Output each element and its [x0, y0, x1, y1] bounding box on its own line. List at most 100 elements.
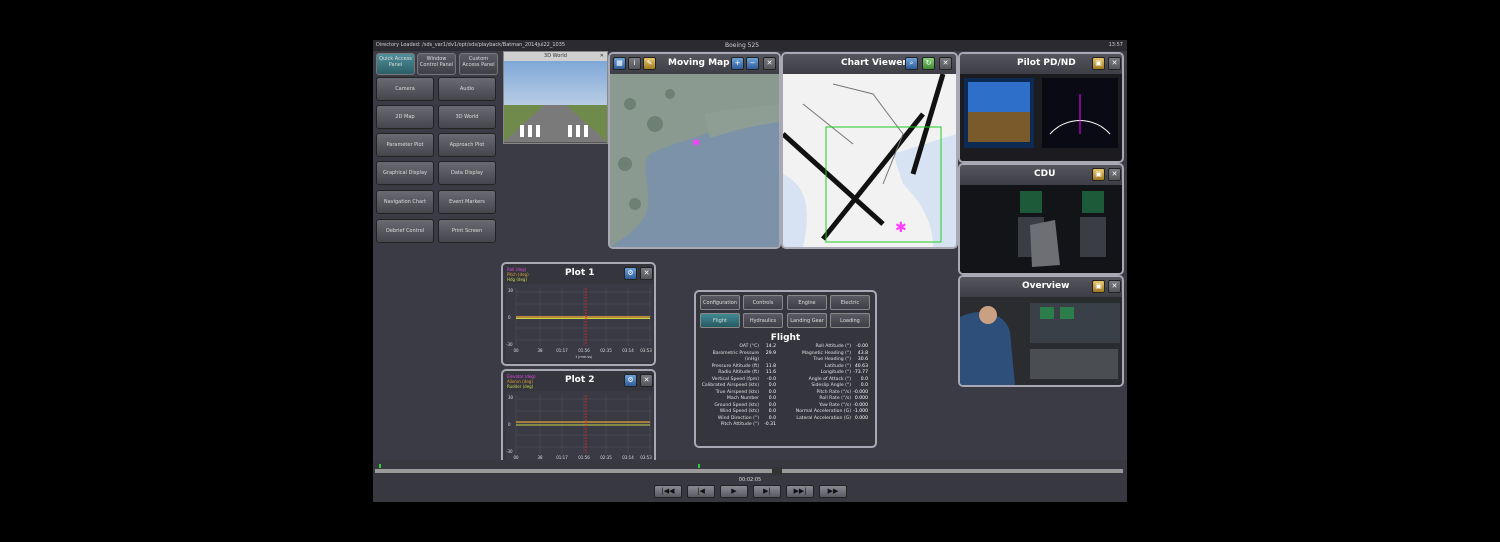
airport-chart-view[interactable]: ✱	[783, 74, 956, 247]
x-tick-label: 38	[537, 348, 543, 353]
close-icon[interactable]: ✕	[1108, 168, 1121, 181]
timeline-handle[interactable]	[772, 467, 782, 475]
flight-title: Flight	[770, 333, 801, 343]
data-display-button[interactable]: Data Display	[438, 161, 496, 185]
plot-1-title: Plot 1	[565, 268, 595, 278]
cdu-title: CDU	[1034, 169, 1056, 179]
print-screen-button[interactable]: Print Screen	[438, 219, 496, 243]
x-axis-label: t (mm:ss)	[576, 355, 593, 359]
top-status-bar: Directory Loaded: /sds_var1/dv1/opt/sds/…	[373, 40, 1127, 51]
tab-quick-access-panel[interactable]: Quick Access Panel	[376, 53, 415, 75]
legend-hdg: Hdg (deg)	[507, 277, 528, 282]
skip-to-start-button[interactable]: |◀◀	[654, 485, 682, 498]
y-tick-label: -30	[506, 342, 513, 347]
chart-viewer-title: Chart Viewer	[841, 58, 907, 68]
close-icon[interactable]: ✕	[1108, 57, 1121, 70]
debrief-control-button[interactable]: Debrief Control	[376, 219, 434, 243]
moving-map-view[interactable]: ✱	[610, 74, 779, 247]
param-label: Lateral Acceleration (G)	[796, 415, 851, 421]
current-time-label: 00:02:05	[738, 477, 762, 483]
parameter-plot-button[interactable]: Parameter Plot	[376, 133, 434, 157]
y-tick-label: -30	[506, 449, 513, 454]
param-row: Lateral Acceleration (G) 0.000	[790, 416, 868, 423]
tab-loading[interactable]: Loading	[830, 313, 870, 328]
audio-button[interactable]: Audio	[438, 77, 496, 101]
3d-world-button[interactable]: 3D World	[438, 105, 496, 129]
step-back-button[interactable]: |◀	[687, 485, 715, 498]
left-params: OAT (°C) 14.2 Barometric Pressure (inHg) 29…	[698, 344, 776, 429]
plot-2-chart[interactable]: 30 0 -30 00 38 01:17 01:56 02:35 03:14 0…	[506, 391, 653, 469]
refresh-icon[interactable]: ↻	[922, 57, 935, 70]
cdu-camera	[960, 185, 1122, 273]
overview-camera	[960, 297, 1122, 385]
x-tick-label: 03:53	[640, 348, 652, 353]
plot-1-chart[interactable]: 30 0 -30 00 38 01:17 01:56 02:35 03:14 0…	[506, 284, 653, 362]
navigation-chart-button[interactable]: Navigation Chart	[376, 190, 434, 214]
param-value: 0.000	[854, 415, 868, 421]
plot-1-panel: Roll (deg) Pitch (deg) Hdg (deg) Plot 1 …	[501, 262, 656, 366]
cdu-panel: CDU ▣ ✕	[958, 163, 1124, 275]
tab-engine[interactable]: Engine	[787, 295, 827, 310]
y-tick-label: 0	[508, 315, 511, 320]
moving-map-title: Moving Map	[668, 58, 730, 68]
y-tick-label: 30	[508, 288, 514, 293]
param-value: 29.9	[765, 350, 776, 356]
x-tick-label: 02:35	[600, 348, 612, 353]
overview-panel: Overview ▣ ✕	[958, 275, 1124, 387]
close-icon[interactable]: ✕	[939, 57, 952, 70]
param-row: Barometric Pressure (inHg) 29.9	[698, 351, 776, 364]
graphical-display-button[interactable]: Graphical Display	[376, 161, 434, 185]
play-button[interactable]: ▶	[720, 485, 748, 498]
approach-plot-button[interactable]: Approach Plot	[438, 133, 496, 157]
lock-icon[interactable]: ▣	[1092, 280, 1105, 293]
aircraft-position-icon: ✱	[895, 220, 907, 236]
close-icon[interactable]: ✕	[1108, 280, 1121, 293]
3d-world-title: 3D World	[544, 53, 567, 59]
3d-world-titlebar[interactable]: 3D World ✕	[504, 52, 607, 61]
tab-landing-gear[interactable]: Landing Gear	[787, 313, 827, 328]
close-icon[interactable]: ✕	[640, 267, 653, 280]
info-icon[interactable]: i	[628, 57, 641, 70]
event-markers-button[interactable]: Event Markers	[438, 190, 496, 214]
tab-controls[interactable]: Controls	[743, 295, 783, 310]
tab-window-control-panel[interactable]: Window Control Panel	[417, 53, 456, 75]
pilot-pfd-nd-panel: Pilot PD/ND ▣ ✕	[958, 52, 1124, 163]
layers-icon[interactable]: ▦	[613, 57, 626, 70]
skip-to-end-button[interactable]: ▶▶|	[786, 485, 814, 498]
2d-map-button[interactable]: 2D Map	[376, 105, 434, 129]
tab-flight[interactable]: Flight	[700, 313, 740, 328]
timeline-marker[interactable]	[379, 464, 381, 468]
plot-2-panel: Elevator (deg) Aileron (deg) Rudder (deg…	[501, 369, 656, 473]
lock-icon[interactable]: ▣	[1092, 168, 1105, 181]
chart-viewer-panel: Chart Viewer ⌕ ↻ ✕ ✱	[781, 52, 958, 249]
timeline-scrubber[interactable]	[375, 469, 1123, 473]
close-icon[interactable]: ✕	[640, 374, 653, 387]
y-tick-label: 30	[508, 395, 514, 400]
overview-title: Overview	[1022, 281, 1070, 291]
tab-hydraulics[interactable]: Hydraulics	[743, 313, 783, 328]
camera-button[interactable]: Camera	[376, 77, 434, 101]
aircraft-label: Boeing 525	[725, 42, 760, 49]
lock-icon[interactable]: ▣	[1092, 57, 1105, 70]
pencil-icon[interactable]: ✎	[643, 57, 656, 70]
settings-icon[interactable]: ⚙	[624, 374, 637, 387]
y-tick-label: 0	[508, 422, 511, 427]
param-label: Pitch Attitude (°)	[720, 422, 759, 427]
close-icon[interactable]: ✕	[763, 57, 776, 70]
pilot-display-camera	[960, 74, 1122, 161]
step-forward-button[interactable]: ▶|	[753, 485, 781, 498]
pilot-pfd-title: Pilot PD/ND	[1017, 58, 1076, 68]
tab-electric[interactable]: Electric	[830, 295, 870, 310]
timeline-marker[interactable]	[698, 464, 700, 468]
playback-timeline: 00:02:05 |◀◀ |◀ ▶ ▶| ▶▶| ▶▶	[373, 460, 1127, 502]
search-icon[interactable]: ⌕	[905, 57, 918, 70]
zoom-out-icon[interactable]: −	[746, 57, 759, 70]
close-icon[interactable]: ✕	[600, 52, 604, 61]
3d-world-window[interactable]: 3D World ✕	[503, 51, 608, 144]
tab-custom-access-panel[interactable]: Custom Access Panel	[459, 53, 498, 75]
settings-icon[interactable]: ⚙	[624, 267, 637, 280]
plot-2-title: Plot 2	[565, 375, 595, 385]
fast-forward-button[interactable]: ▶▶	[819, 485, 847, 498]
tab-configuration[interactable]: Configuration	[700, 295, 740, 310]
zoom-in-icon[interactable]: +	[731, 57, 744, 70]
